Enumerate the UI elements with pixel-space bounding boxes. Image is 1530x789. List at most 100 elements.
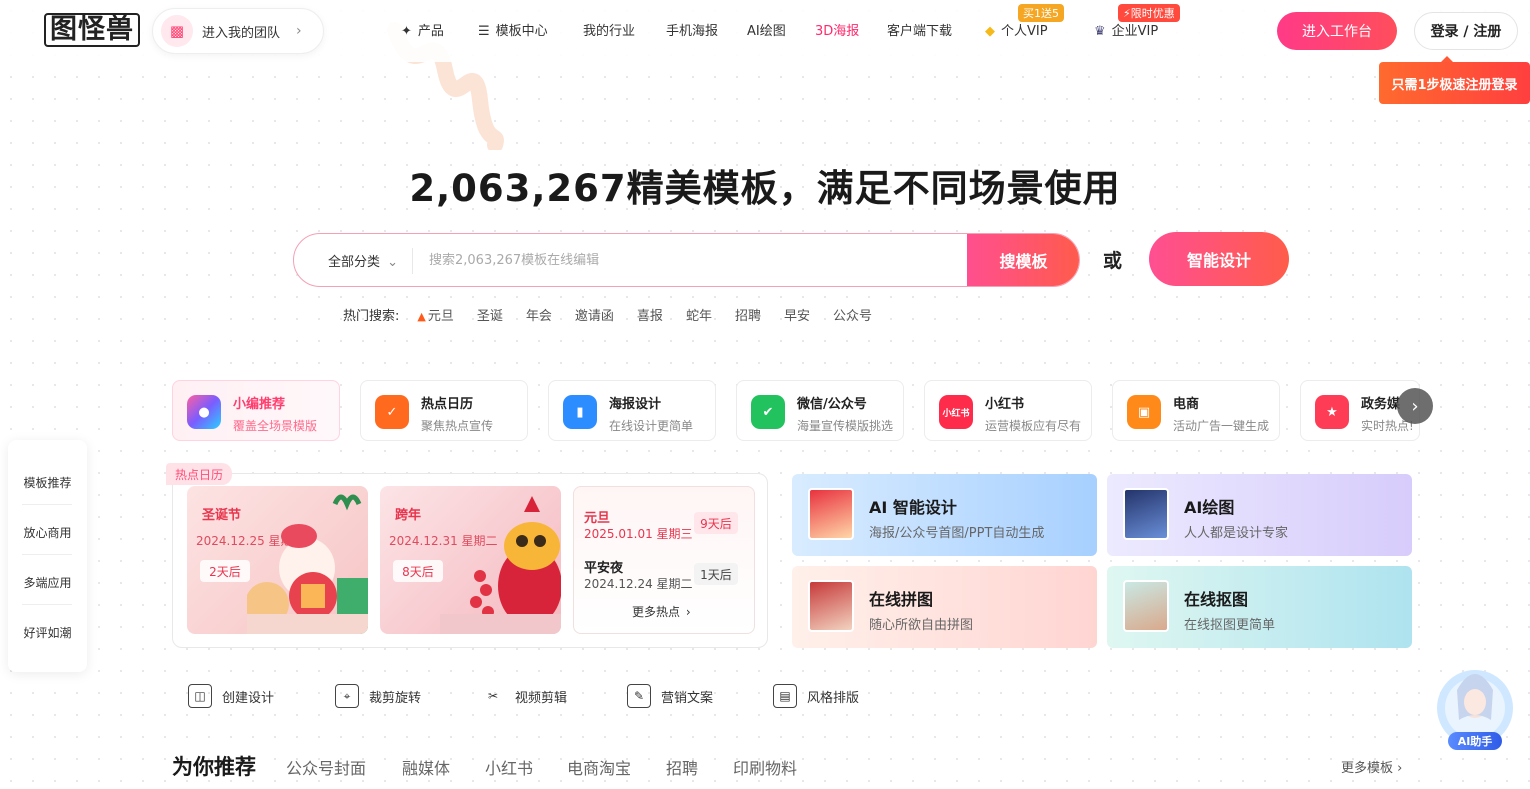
- holiday-list: 元旦 2025.01.01 星期三 9天后 平安夜 2024.12.24 星期二…: [573, 486, 755, 634]
- quick-tool-video-edit[interactable]: ✂ 视频剪辑: [481, 684, 567, 708]
- recommend-tab[interactable]: 招聘: [666, 755, 698, 779]
- hot-keyword[interactable]: 邀请函: [575, 305, 614, 324]
- xiaohongshu-icon: 小红书: [939, 395, 973, 429]
- hot-keyword[interactable]: 招聘: [735, 305, 761, 324]
- christmas-illustration: [247, 494, 368, 634]
- tool-online-cutout[interactable]: 在线抠图 在线抠图更简单: [1107, 566, 1412, 648]
- editor-picks-icon: ●: [187, 395, 221, 429]
- quick-tool-marketing-copy[interactable]: ✎ 营销文案: [627, 684, 713, 708]
- ai-assistant-label: AI助手: [1448, 732, 1502, 750]
- side-item-commercial[interactable]: 放心商用: [8, 524, 87, 541]
- nav-client-download[interactable]: 客户端下载: [887, 20, 952, 39]
- tool-ai-smart-design[interactable]: AI 智能设计 海报/公众号首图/PPT自动生成: [792, 474, 1097, 556]
- tool-title: AI 智能设计: [869, 498, 957, 517]
- ai-assistant-widget[interactable]: AI助手: [1430, 640, 1520, 760]
- phone-icon: ▮: [563, 395, 597, 429]
- category-subtitle: 海量宣传模版挑选: [797, 419, 894, 433]
- personal-vip-badge: 买1送5: [1018, 4, 1064, 22]
- more-hot-link[interactable]: 更多热点 ›: [632, 603, 691, 620]
- nav-mobile-poster[interactable]: 手机海报: [666, 20, 718, 39]
- holiday-countdown: 2天后: [200, 560, 250, 582]
- holiday-list-name[interactable]: 平安夜: [584, 557, 623, 576]
- category-poster-design[interactable]: ▮ 海报设计 在线设计更简单: [548, 380, 716, 441]
- side-item-multi-platform[interactable]: 多端应用: [8, 574, 87, 591]
- category-select[interactable]: 全部分类 ⌄: [328, 251, 398, 270]
- category-xiaohongshu[interactable]: 小红书 小红书 运营模板应有尽有: [924, 380, 1092, 441]
- more-hot-label: 更多热点: [632, 605, 681, 619]
- nav-ai-drawing[interactable]: AI绘图: [747, 20, 786, 39]
- side-item-template-recommend[interactable]: 模板推荐: [8, 474, 87, 491]
- chevron-down-icon: ⌄: [387, 255, 399, 270]
- category-select-label: 全部分类: [328, 255, 381, 270]
- smart-design-button[interactable]: 智能设计: [1149, 232, 1289, 286]
- hot-keyword[interactable]: 早安: [784, 305, 810, 324]
- holiday-list-name[interactable]: 元旦: [584, 507, 610, 526]
- nav-enterprise-vip[interactable]: ♛ 企业VIP: [1094, 20, 1158, 39]
- menu-icon: ☰: [478, 24, 490, 39]
- scissors-icon: ✂: [487, 689, 499, 703]
- hot-keyword[interactable]: ▲ 元旦: [417, 305, 453, 324]
- tool-online-collage[interactable]: 在线拼图 随心所欲自由拼图: [792, 566, 1097, 648]
- nav-industry[interactable]: 我的行业: [583, 20, 635, 39]
- team-building-icon: ▩: [161, 15, 193, 47]
- hot-keyword[interactable]: 喜报: [637, 305, 663, 324]
- quick-register-tip[interactable]: 只需1步极速注册登录: [1379, 56, 1530, 104]
- chevron-right-icon: ›: [1411, 395, 1419, 417]
- recommend-tab[interactable]: 电商淘宝: [567, 755, 631, 779]
- holiday-card-christmas[interactable]: 圣诞节 2024.12.25 星期三 2天后: [187, 486, 368, 634]
- hot-keyword[interactable]: 公众号: [833, 305, 872, 324]
- recommend-tab[interactable]: 小红书: [485, 755, 533, 779]
- side-item-reviews[interactable]: 好评如潮: [8, 624, 87, 641]
- search-divider: [412, 248, 413, 274]
- tool-ai-drawing[interactable]: AI绘图 人人都是设计专家: [1107, 474, 1412, 556]
- cutout-thumbnail: [1123, 580, 1169, 632]
- category-ecommerce[interactable]: ▣ 电商 活动广告一键生成: [1112, 380, 1280, 441]
- search-input[interactable]: [415, 234, 967, 286]
- category-title: 海报设计: [609, 397, 662, 412]
- my-team-button[interactable]: ▩ 进入我的团队 ›: [152, 8, 324, 54]
- tool-title: 在线拼图: [869, 590, 934, 609]
- category-editor-picks[interactable]: ● 小编推荐 覆盖全场景模版: [172, 380, 340, 441]
- quick-tool-create-design[interactable]: ◫ 创建设计: [188, 684, 274, 708]
- nav-templates[interactable]: ☰ 模板中心: [478, 20, 548, 39]
- tool-subtitle: 人人都是设计专家: [1184, 526, 1289, 541]
- more-templates-link[interactable]: 更多模板 ›: [1341, 757, 1402, 776]
- snake-illustration: [440, 496, 561, 634]
- category-title: 政务媒: [1361, 397, 1401, 412]
- nav-personal-vip-label: 个人VIP: [1001, 24, 1048, 39]
- recommend-tab[interactable]: 公众号封面: [286, 755, 366, 779]
- login-register-button[interactable]: 登录 / 注册: [1414, 12, 1518, 50]
- quick-tool-crop-rotate[interactable]: ⌖ 裁剪旋转: [335, 684, 421, 708]
- tool-title: AI绘图: [1184, 498, 1235, 517]
- brand-logo[interactable]: 图怪兽: [44, 13, 140, 47]
- collage-thumbnail: [808, 580, 854, 632]
- quick-tool-style-layout[interactable]: ▤ 风格排版: [773, 684, 859, 708]
- category-next-button[interactable]: ›: [1397, 388, 1433, 424]
- category-subtitle: 覆盖全场景模版: [233, 419, 318, 433]
- fire-icon: ▲: [417, 310, 426, 323]
- category-wechat[interactable]: ✔ 微信/公众号 海量宣传模版挑选: [736, 380, 904, 441]
- nav-products[interactable]: ✦ 产品: [401, 20, 444, 39]
- category-hot-calendar[interactable]: ✓ 热点日历 聚焦热点宣传: [360, 380, 528, 441]
- search-templates-button[interactable]: 搜模板: [967, 234, 1079, 286]
- nav-3d-poster[interactable]: 3D海报: [815, 20, 859, 39]
- hot-keyword[interactable]: 年会: [526, 305, 552, 324]
- holiday-card-new-year[interactable]: 跨年 2024.12.31 星期二 8天后: [380, 486, 561, 634]
- more-templates-label: 更多模板: [1341, 761, 1394, 776]
- calendar-icon: ✓: [375, 395, 409, 429]
- chevron-right-icon: ›: [1397, 761, 1403, 776]
- chevron-right-icon: ›: [296, 23, 302, 39]
- recommend-tab[interactable]: 印刷物料: [733, 755, 797, 779]
- chevron-right-icon: ›: [685, 605, 691, 619]
- grid-icon: ✦: [401, 24, 412, 39]
- nav-enterprise-vip-label: 企业VIP: [1111, 24, 1159, 39]
- enter-workspace-button[interactable]: 进入工作台: [1277, 12, 1397, 50]
- hot-keyword[interactable]: 圣诞: [477, 305, 503, 324]
- hot-keyword[interactable]: 蛇年: [686, 305, 712, 324]
- category-title: 小编推荐: [233, 397, 286, 412]
- recommend-tab[interactable]: 融媒体: [402, 755, 450, 779]
- divider: [22, 504, 72, 505]
- tool-subtitle: 随心所欲自由拼图: [869, 618, 974, 633]
- divider: [22, 604, 72, 605]
- nav-personal-vip[interactable]: ◆ 个人VIP: [985, 20, 1048, 39]
